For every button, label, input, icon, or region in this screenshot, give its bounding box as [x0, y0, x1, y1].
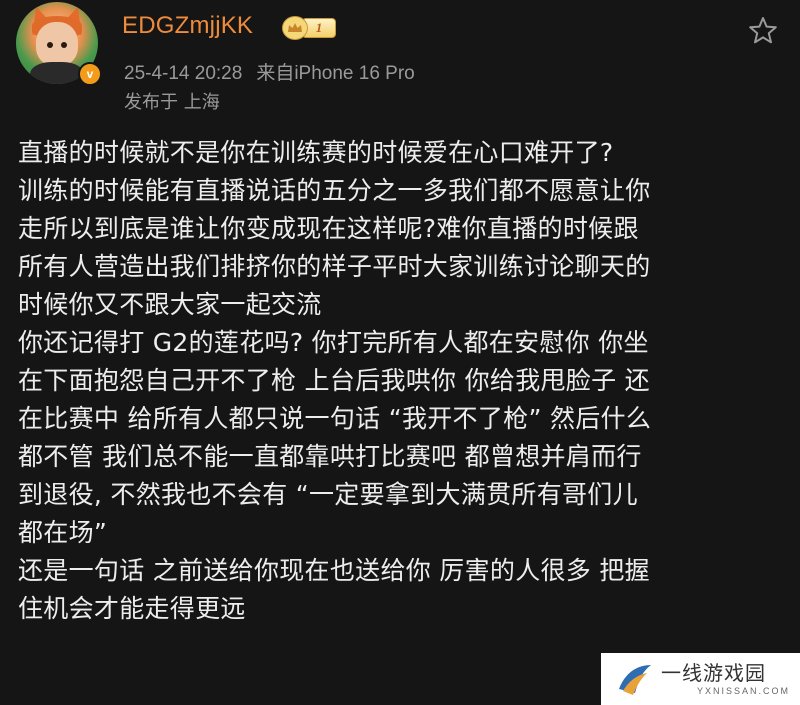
post-line: 都在场”	[18, 518, 108, 547]
avatar-eye-right	[61, 42, 67, 48]
watermark: 一线游戏园 YXNISSAN.COM	[601, 653, 800, 705]
post-body: 直播的时候就不是你在训练赛的时候爱在心口难开了? 训练的时候能有直播说话的五分之…	[18, 134, 786, 628]
avatar-body	[30, 62, 84, 84]
post-location: 发布于 上海	[124, 92, 220, 113]
post-timestamp: 25-4-14 20:28	[124, 63, 243, 84]
username[interactable]: EDGZmjjKK	[122, 12, 253, 40]
post-line: 还是一句话 之前送给你现在也送给你 厉害的人很多 把握	[18, 556, 650, 585]
crown-icon	[282, 16, 308, 40]
post-line: 直播的时候就不是你在训练赛的时候爱在心口难开了?	[18, 138, 614, 167]
avatar-eye-left	[47, 42, 53, 48]
post-line: 在下面抱怨自己开不了枪 上台后我哄你 你给我甩脸子 还	[18, 366, 650, 395]
star-outline-icon[interactable]	[747, 15, 779, 47]
watermark-title: 一线游戏园	[661, 661, 766, 685]
verified-badge-icon: v	[78, 62, 102, 86]
post-source: 来自iPhone 16 Pro	[256, 63, 415, 84]
level-badge[interactable]: 1	[282, 16, 336, 40]
avatar-face	[36, 22, 78, 66]
post-line: 到退役, 不然我也不会有 “一定要拿到大满贯所有哥们儿	[18, 480, 638, 509]
post-line: 训练的时候能有直播说话的五分之一多我们都不愿意让你	[18, 176, 651, 205]
watermark-logo-icon	[619, 665, 651, 695]
post-line: 你还记得打 G2的莲花吗? 你打完所有人都在安慰你 你坐	[18, 328, 649, 357]
post-line: 都不管 我们总不能一直都靠哄打比赛吧 都曾想并肩而行	[18, 442, 642, 471]
post-meta: 25-4-14 20:28 来自iPhone 16 Pro	[124, 58, 415, 85]
post-line: 时候你又不跟大家一起交流	[18, 290, 322, 319]
watermark-url: YXNISSAN.COM	[697, 686, 791, 696]
post-line: 住机会才能走得更远	[18, 594, 246, 623]
post-line: 所有人营造出我们排挤你的样子平时大家训练讨论聊天的	[18, 252, 651, 281]
post-line: 走所以到底是谁让你变成现在这样呢?难你直播的时候跟	[18, 214, 639, 243]
post-line: 在比赛中 给所有人都只说一句话 “我开不了枪” 然后什么	[18, 404, 652, 433]
